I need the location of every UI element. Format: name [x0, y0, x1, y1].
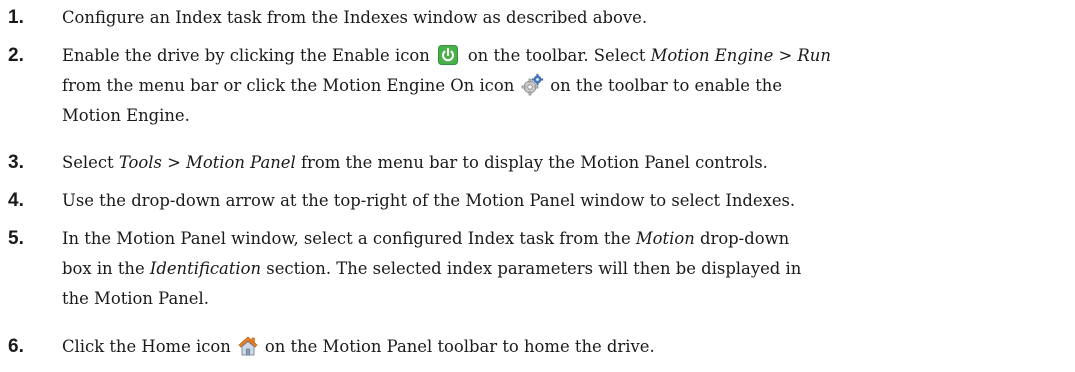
- text-segment: drop-down: [694, 229, 790, 248]
- step-number: 1.: [8, 7, 24, 28]
- text-segment: box in the: [62, 259, 150, 278]
- step-text-line: Motion Engine.: [62, 101, 1072, 131]
- step-text: Enable the drive by clicking the Enable …: [62, 41, 1072, 131]
- step-text-line: Use the drop-down arrow at the top-right…: [62, 186, 1072, 216]
- text-segment: from the menu bar to display the Motion …: [295, 153, 768, 172]
- step-text-line: Configure an Index task from the Indexes…: [62, 3, 1072, 33]
- step-text: Use the drop-down arrow at the top-right…: [62, 186, 1072, 216]
- motion-engine-on-icon: [520, 73, 544, 97]
- enable-icon: [437, 44, 458, 65]
- home-icon: [237, 335, 259, 357]
- step-text-line: Select Tools > Motion Panel from the men…: [62, 148, 1072, 178]
- step-number: 4.: [8, 190, 24, 211]
- step-text-line: Click the Home icon on the Motion Panel t…: [62, 332, 1072, 362]
- step-text-line: the Motion Panel.: [62, 284, 1072, 314]
- text-segment: on the toolbar. Select: [467, 46, 651, 65]
- step-text-line: Enable the drive by clicking the Enable …: [62, 41, 1072, 71]
- italic-menu-path: Motion Engine > Run: [650, 46, 831, 65]
- text-segment: from the menu bar or click the Motion En…: [62, 76, 515, 95]
- text-segment: on the Motion Panel toolbar to home the …: [264, 337, 655, 356]
- text-segment: Click the Home icon: [62, 337, 231, 356]
- text-segment: the Motion Panel.: [62, 289, 209, 308]
- italic-menu-path: Identification: [149, 259, 262, 278]
- text-segment: Select: [62, 153, 119, 172]
- step-text: Configure an Index task from the Indexes…: [62, 3, 1072, 33]
- text-segment: In the Motion Panel window, select a con…: [62, 229, 636, 248]
- step-text-line: box in the Identification section. The s…: [62, 254, 1072, 284]
- text-segment: Motion Engine.: [62, 106, 190, 125]
- step-text: Select Tools > Motion Panel from the men…: [62, 148, 1072, 178]
- text-segment: section. The selected index parameters w…: [261, 259, 802, 278]
- italic-menu-path: Motion: [635, 229, 695, 248]
- text-segment: Configure an Index task from the Indexes…: [62, 8, 648, 27]
- text-segment: Enable the drive by clicking the Enable …: [62, 46, 430, 65]
- italic-menu-path: Tools > Motion Panel: [118, 153, 296, 172]
- step-text: Click the Home icon on the Motion Panel t…: [62, 332, 1072, 362]
- step-number: 2.: [8, 45, 24, 66]
- step-number: 5.: [8, 228, 24, 249]
- text-segment: on the toolbar to enable the: [550, 76, 783, 95]
- step-number: 6.: [8, 336, 24, 357]
- step-text-line: In the Motion Panel window, select a con…: [62, 224, 1072, 254]
- step-number: 3.: [8, 152, 24, 173]
- step-text: In the Motion Panel window, select a con…: [62, 224, 1072, 314]
- text-segment: Use the drop-down arrow at the top-right…: [62, 191, 796, 210]
- step-text-line: from the menu bar or click the Motion En…: [62, 71, 1072, 101]
